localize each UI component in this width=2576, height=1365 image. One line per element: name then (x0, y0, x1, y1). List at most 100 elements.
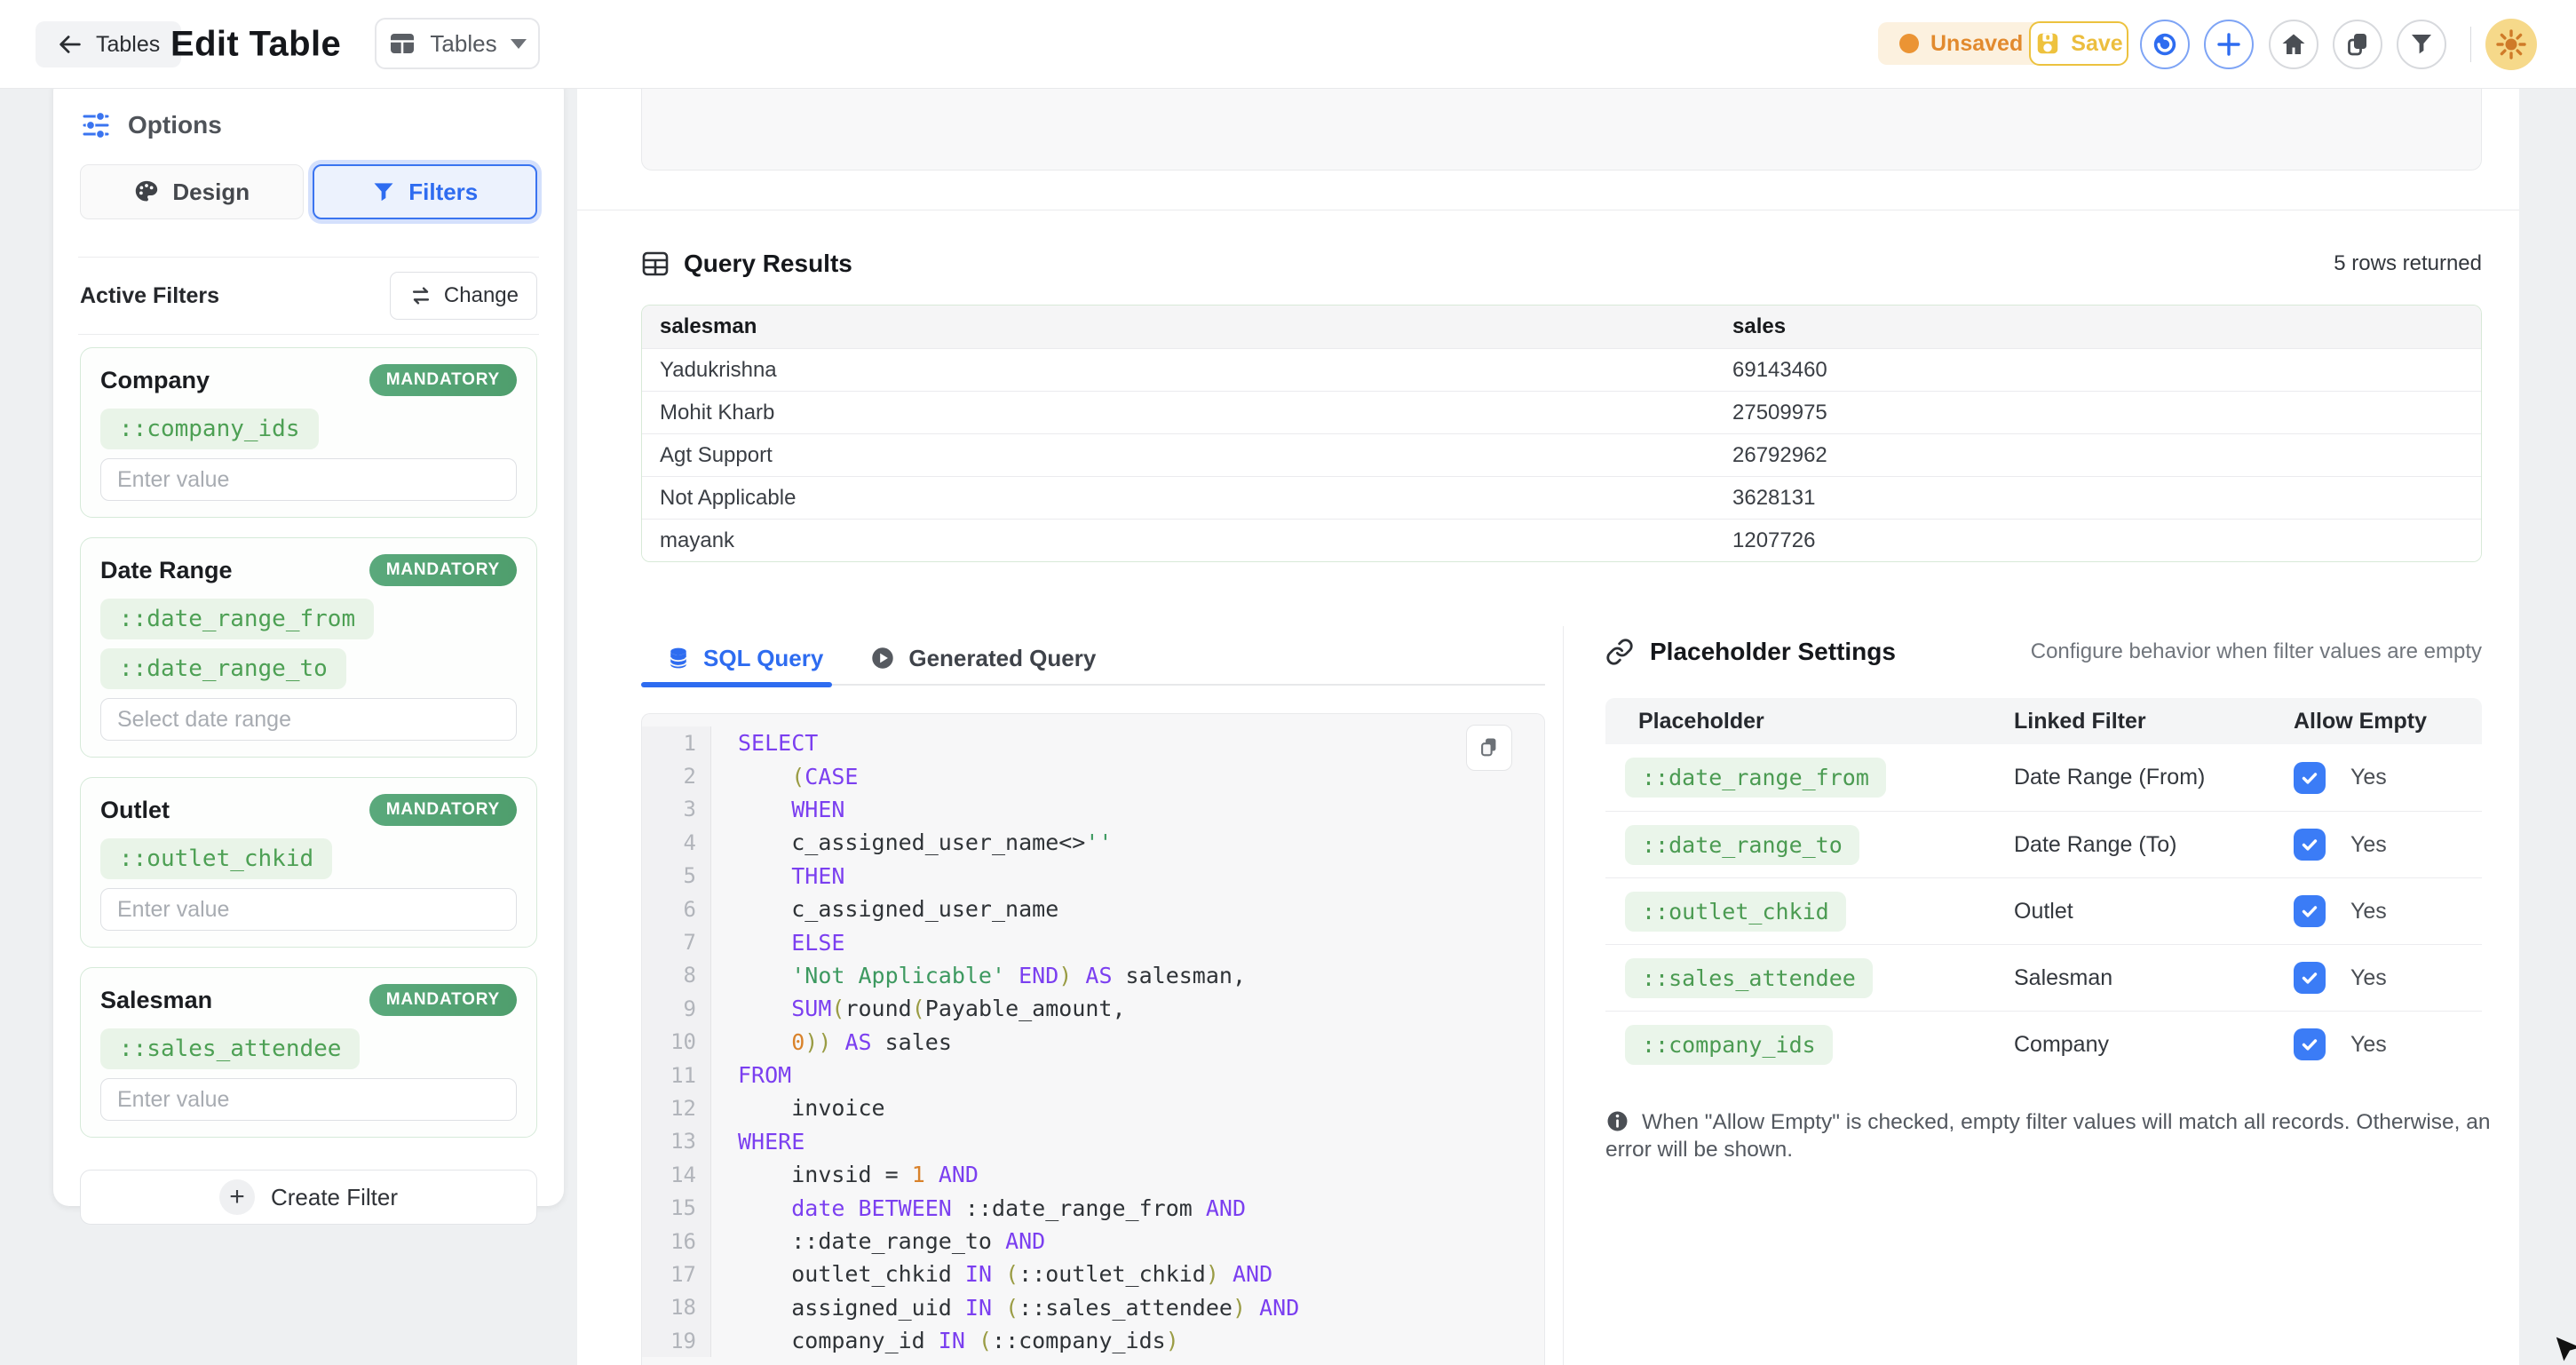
allow-empty-value: Yes (2350, 765, 2387, 790)
home-button[interactable] (2269, 20, 2318, 69)
chevron-down-icon (511, 39, 527, 49)
code-line: 12 invoice (642, 1091, 1544, 1124)
code-text: (CASE (711, 764, 859, 790)
code-line: 17 outlet_chkid IN (::outlet_chkid) AND (642, 1258, 1544, 1290)
tab-filters[interactable]: Filters (313, 164, 538, 219)
query-tabs: SQL Query Generated Query (641, 632, 1545, 686)
mandatory-badge: MANDATORY (369, 364, 517, 396)
tab-generated-query[interactable]: Generated Query (869, 632, 1096, 684)
code-text: ::date_range_to AND (711, 1228, 1045, 1254)
placeholder-chip: ::date_range_to (1625, 825, 1859, 865)
table-row: mayank1207726 (642, 519, 2481, 561)
add-button[interactable] (2204, 20, 2254, 69)
filter-card: CompanyMANDATORY::company_ids (80, 347, 537, 518)
code-text: WHEN (711, 797, 844, 822)
settings-cell-allow-empty: Yes (2294, 895, 2482, 927)
unsaved-dot-icon (1899, 34, 1919, 53)
sql-code-lines: 1SELECT2 (CASE3 WHEN4 c_assigned_user_na… (642, 726, 1544, 1357)
line-number: 6 (642, 893, 711, 925)
code-line: 6 c_assigned_user_name (642, 893, 1544, 925)
settings-cell-placeholder: ::company_ids (1605, 1025, 2014, 1065)
placeholder-chip: ::sales_attendee (100, 1028, 360, 1069)
tab-design[interactable]: Design (80, 164, 304, 219)
sql-code-editor[interactable]: 1SELECT2 (CASE3 WHEN4 c_assigned_user_na… (641, 713, 1545, 1365)
back-to-tables-button[interactable]: Tables (36, 21, 181, 67)
duplicate-button[interactable] (2333, 20, 2382, 69)
table-grid-icon (388, 29, 416, 58)
code-line: 18 assigned_uid IN (::sales_attendee) AN… (642, 1291, 1544, 1324)
save-button[interactable]: Save (2029, 21, 2128, 66)
filter-value-input[interactable] (100, 458, 517, 501)
allow-empty-checkbox[interactable] (2294, 1028, 2326, 1060)
code-text: company_id IN (::company_ids) (711, 1328, 1179, 1353)
code-text: SUM(round(Payable_amount, (711, 996, 1126, 1021)
copy-code-button[interactable] (1466, 725, 1512, 771)
allow-empty-note: When "Allow Empty" is checked, empty fil… (1605, 1108, 2493, 1163)
placeholder-chip: ::sales_attendee (1625, 958, 1873, 998)
line-number: 16 (642, 1225, 711, 1258)
settings-cell-linked-filter: Salesman (2014, 965, 2294, 991)
unsaved-label: Unsaved (1930, 31, 2023, 57)
header-divider (2470, 27, 2471, 62)
settings-column-placeholder: Placeholder (1605, 709, 2014, 734)
filter-button[interactable] (2397, 20, 2446, 69)
allow-empty-note-text: When "Allow Empty" is checked, empty fil… (1605, 1110, 2491, 1162)
filter-value-input[interactable] (100, 1078, 517, 1121)
settings-cell-placeholder: ::sales_attendee (1605, 958, 2014, 998)
allow-empty-checkbox[interactable] (2294, 829, 2326, 861)
sidebar-divider (78, 257, 539, 258)
code-text: SELECT (711, 730, 818, 756)
code-text: outlet_chkid IN (::outlet_chkid) AND (711, 1261, 1272, 1287)
code-text: invsid = 1 AND (711, 1162, 979, 1187)
settings-cell-allow-empty: Yes (2294, 829, 2482, 861)
allow-empty-value: Yes (2350, 832, 2387, 858)
mandatory-badge: MANDATORY (369, 554, 517, 586)
filter-name: Date Range (100, 557, 233, 584)
results-column-salesman: salesman (642, 314, 1732, 339)
code-line: 19 company_id IN (::company_ids) (642, 1324, 1544, 1357)
tab-sql-query-label: SQL Query (703, 645, 823, 672)
settings-cell-placeholder: ::date_range_from (1605, 758, 2014, 798)
code-text: date BETWEEN ::date_range_from AND (711, 1195, 1246, 1221)
main-panel: Query Results 5 rows returned salesman s… (577, 89, 2519, 1365)
settings-column-linked-filter: Linked Filter (2014, 709, 2294, 734)
sliders-icon (80, 109, 112, 141)
allow-empty-checkbox[interactable] (2294, 962, 2326, 994)
mandatory-badge: MANDATORY (369, 984, 517, 1016)
filter-value-input[interactable] (100, 698, 517, 741)
allow-empty-checkbox[interactable] (2294, 895, 2326, 927)
user-avatar[interactable] (2485, 19, 2537, 70)
cell-salesman: Not Applicable (642, 486, 1732, 511)
line-number: 2 (642, 759, 711, 792)
filter-value-input[interactable] (100, 888, 517, 931)
settings-cell-allow-empty: Yes (2294, 762, 2482, 794)
create-filter-button[interactable]: + Create Filter (80, 1170, 537, 1225)
vertical-divider (1563, 626, 1564, 1365)
filter-name: Outlet (100, 797, 170, 824)
code-text: ELSE (711, 930, 844, 956)
line-number: 8 (642, 959, 711, 992)
home-icon (2279, 30, 2308, 59)
preview-button[interactable] (2140, 20, 2190, 69)
cell-sales: 27509975 (1732, 401, 2481, 425)
placeholder-chip: ::company_ids (100, 409, 319, 449)
code-line: 1SELECT (642, 726, 1544, 759)
line-number: 13 (642, 1125, 711, 1158)
allow-empty-checkbox[interactable] (2294, 762, 2326, 794)
tables-dropdown[interactable]: Tables (375, 18, 540, 69)
chart-preview-box (641, 89, 2482, 171)
line-number: 10 (642, 1026, 711, 1059)
allow-empty-value: Yes (2350, 1032, 2387, 1058)
table-grid-icon (641, 250, 670, 278)
cell-sales: 69143460 (1732, 358, 2481, 383)
tab-sql-query[interactable]: SQL Query (641, 632, 832, 684)
settings-table-body: ::date_range_fromDate Range (From)Yes::d… (1605, 744, 2482, 1077)
line-number: 17 (642, 1258, 711, 1290)
code-text: THEN (711, 863, 844, 889)
change-filters-button[interactable]: Change (390, 272, 537, 320)
settings-cell-placeholder: ::outlet_chkid (1605, 892, 2014, 932)
save-icon (2034, 30, 2061, 57)
settings-row: ::date_range_toDate Range (To)Yes (1605, 811, 2482, 877)
copy-icon (2343, 30, 2372, 59)
line-number: 1 (642, 726, 711, 759)
